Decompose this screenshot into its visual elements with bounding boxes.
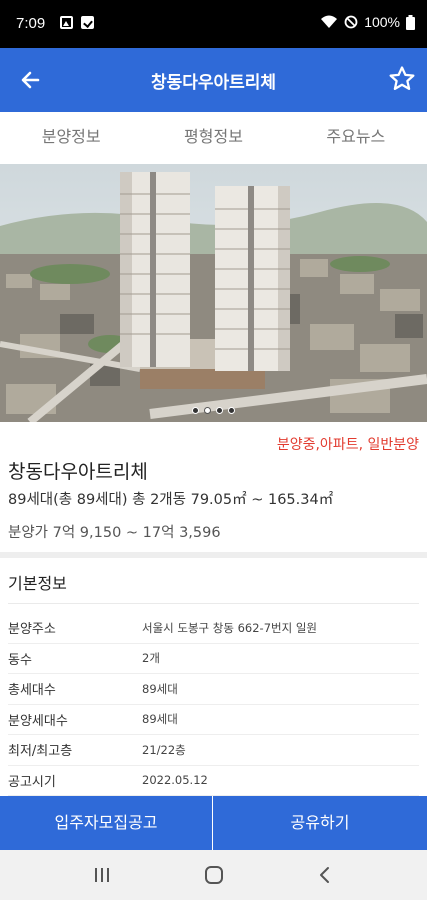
home-icon[interactable] <box>202 863 226 887</box>
info-key: 공고시기 <box>8 774 56 790</box>
star-outline-icon[interactable] <box>387 64 417 94</box>
wifi-icon <box>321 15 338 28</box>
info-key: 총세대수 <box>8 683 56 699</box>
info-value: 2022.05.12 <box>142 773 208 788</box>
hero-carousel[interactable] <box>0 164 427 422</box>
carousel-indicator <box>0 407 427 414</box>
carousel-dot <box>228 407 235 414</box>
tab-floor-plan[interactable]: 평형정보 <box>142 112 284 164</box>
status-time: 7:09 <box>16 15 46 32</box>
info-row-address: 분양주소 서울시 도봉구 창동 662-7번지 일원 <box>8 613 419 644</box>
section-divider <box>0 552 427 558</box>
summary-section: 분양중,아파트, 일반분양 창동다우아트리체 89세대(총 89세대) 총 2개… <box>0 422 427 552</box>
info-row-total-units: 총세대수 89세대 <box>8 674 419 705</box>
battery-icon <box>406 14 415 30</box>
info-value: 89세대 <box>142 712 178 727</box>
info-value: 서울시 도봉구 창동 662-7번지 일원 <box>142 620 317 635</box>
tab-bar: 분양정보 평형정보 주요뉴스 <box>0 112 427 164</box>
info-key: 분양세대수 <box>8 713 68 729</box>
recent-apps-icon[interactable] <box>90 863 114 887</box>
info-key: 분양주소 <box>8 622 56 638</box>
tab-sale-info[interactable]: 분양정보 <box>0 112 142 164</box>
dnd-icon <box>344 15 358 29</box>
price-range: 분양가 7억 9,150 ~ 17억 3,596 <box>8 525 221 541</box>
bottom-action-bar: 입주자모집공고 공유하기 <box>0 796 427 850</box>
info-row-floors: 최저/최고층 21/22층 <box>8 735 419 766</box>
app-bar: 창동다우아트리체 <box>0 48 427 112</box>
unit-summary: 89세대(총 89세대) 총 2개동 79.05㎡ ~ 165.34㎡ <box>8 492 334 508</box>
battery-percent: 100% <box>364 14 400 30</box>
image-icon <box>60 16 73 29</box>
info-value: 89세대 <box>142 681 178 696</box>
check-icon <box>81 16 94 29</box>
share-button[interactable]: 공유하기 <box>213 796 427 850</box>
complex-name: 창동다우아트리체 <box>8 461 148 483</box>
info-row-buildings: 동수 2개 <box>8 644 419 674</box>
carousel-dot <box>216 407 223 414</box>
info-key: 동수 <box>8 652 32 668</box>
info-row-sale-units: 분양세대수 89세대 <box>8 705 419 735</box>
basic-info-table: 분양주소 서울시 도봉구 창동 662-7번지 일원 동수 2개 총세대수 89… <box>8 613 419 796</box>
back-icon[interactable] <box>313 863 337 887</box>
carousel-dot <box>192 407 199 414</box>
tab-news[interactable]: 주요뉴스 <box>285 112 427 164</box>
basic-info-divider <box>8 603 419 604</box>
apartment-rendering-image <box>0 164 427 422</box>
info-key: 최저/최고층 <box>8 744 73 760</box>
page-title: 창동다우아트리체 <box>150 73 277 93</box>
basic-info-title: 기본정보 <box>8 574 67 593</box>
status-tags: 분양중,아파트, 일반분양 <box>276 437 419 453</box>
carousel-dot-active <box>204 407 211 414</box>
system-nav-bar <box>0 850 427 900</box>
status-bar: 7:09 100% <box>0 0 427 48</box>
info-value: 21/22층 <box>142 742 186 757</box>
info-row-announce-date: 공고시기 2022.05.12 <box>8 766 419 796</box>
info-value: 2개 <box>142 651 160 666</box>
recruitment-notice-button[interactable]: 입주자모집공고 <box>0 796 213 850</box>
